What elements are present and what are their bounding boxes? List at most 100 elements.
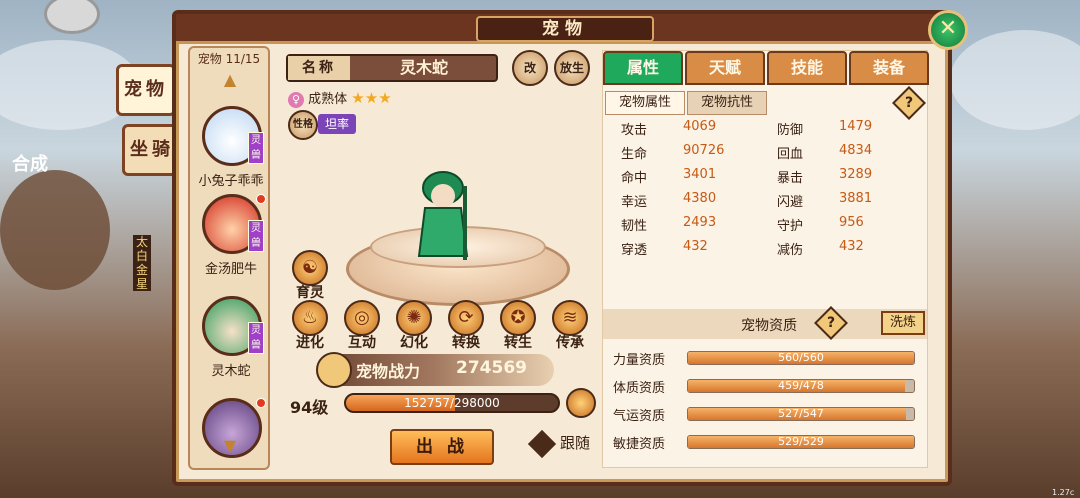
action-label: 幻化 bbox=[400, 335, 428, 351]
aptitude-name: 气运资质 bbox=[613, 409, 666, 424]
list-item[interactable]: 灵兽 小兔子乖乖 bbox=[198, 106, 264, 198]
scroll-icon: ≋ bbox=[552, 300, 588, 336]
pet-power: 宠物战力 274569 bbox=[316, 352, 554, 388]
list-item[interactable]: 灵兽 金汤肥牛 bbox=[198, 194, 266, 286]
spirit-icon: ☯ bbox=[292, 250, 328, 286]
stat-name: 韧性 bbox=[621, 219, 648, 234]
skill-label: 育灵 bbox=[296, 285, 324, 301]
help-icon[interactable]: ? bbox=[892, 86, 926, 120]
exp-text: 152757/298000 bbox=[404, 396, 500, 410]
home-icon[interactable] bbox=[44, 0, 100, 34]
pet-name-box: 名称 灵木蛇 bbox=[286, 54, 498, 82]
rename-button[interactable]: 改 bbox=[512, 50, 548, 86]
pet-list[interactable]: 宠物 11/15 ▲ 灵兽 小兔子乖乖 灵兽 金汤肥牛 灵兽 灵木蛇 ▼ bbox=[188, 46, 270, 470]
tab-skills[interactable]: 技能 bbox=[767, 51, 847, 85]
star-rating: ★★★ bbox=[351, 89, 392, 107]
aptitude-help-icon[interactable]: ? bbox=[814, 306, 848, 340]
follow-toggle[interactable]: 跟随 bbox=[527, 429, 591, 458]
stat-name: 暴击 bbox=[777, 171, 804, 186]
aptitude-row: 力量资质 560/560 bbox=[613, 347, 915, 368]
stat-value: 1479 bbox=[839, 119, 873, 134]
background-sign: 太白金星 bbox=[133, 235, 151, 291]
stat-name: 守护 bbox=[777, 219, 804, 234]
stat-name: 幸运 bbox=[621, 195, 648, 210]
notification-dot bbox=[256, 398, 266, 408]
fire-icon: ✺ bbox=[396, 300, 432, 336]
tab-attributes[interactable]: 属性 bbox=[603, 51, 683, 85]
aptitude-row: 敏捷资质 529/529 bbox=[613, 431, 915, 452]
convert-button[interactable]: ⟳ 转换 bbox=[444, 300, 488, 356]
spirit-skill-button[interactable]: ☯ 育灵 bbox=[288, 250, 332, 306]
pet-model bbox=[417, 171, 469, 260]
action-label: 传承 bbox=[556, 335, 584, 351]
stat-value: 432 bbox=[683, 239, 708, 254]
orbit-icon: ✪ bbox=[500, 300, 536, 336]
stat-value: 3289 bbox=[839, 167, 873, 182]
stat-name: 命中 bbox=[621, 171, 648, 186]
stat-value: 2493 bbox=[683, 215, 717, 230]
transform-button[interactable]: ✺ 幻化 bbox=[392, 300, 436, 356]
scroll-up-icon[interactable]: ▲ bbox=[215, 72, 245, 88]
aptitude-title: 宠物资质 bbox=[741, 318, 797, 334]
stat-name: 穿透 bbox=[621, 243, 648, 258]
deploy-button[interactable]: 出 战 bbox=[390, 429, 494, 465]
pet-name: 金汤肥牛 bbox=[204, 262, 257, 277]
close-button[interactable]: ✕ bbox=[928, 10, 968, 50]
tab-equipment[interactable]: 装备 bbox=[849, 51, 929, 85]
table-row: 命中 3401 暴击 3289 bbox=[621, 167, 921, 191]
aptitude-value: 527/547 bbox=[778, 407, 824, 420]
aptitude-value: 529/529 bbox=[778, 435, 824, 448]
nature-value: 坦率 bbox=[318, 114, 356, 134]
table-row: 穿透 432 减伤 432 bbox=[621, 239, 921, 263]
stat-name: 攻击 bbox=[621, 123, 648, 138]
stat-name: 减伤 bbox=[777, 243, 804, 258]
stat-value: 3881 bbox=[839, 191, 873, 206]
tab-talent[interactable]: 天赋 bbox=[685, 51, 765, 85]
tab-pet[interactable]: 宠物 bbox=[116, 64, 176, 116]
spirit-beast-badge: 灵兽 bbox=[248, 220, 264, 252]
aptitude-bar: 529/529 bbox=[687, 435, 915, 449]
aptitude-name: 体质资质 bbox=[613, 381, 666, 396]
notification-dot bbox=[256, 194, 266, 204]
table-row: 韧性 2493 守护 956 bbox=[621, 215, 921, 239]
aptitude-bar: 527/547 bbox=[687, 407, 915, 421]
follow-label: 跟随 bbox=[560, 434, 591, 452]
stat-name: 生命 bbox=[621, 147, 648, 162]
subtab-pet-attributes[interactable]: 宠物属性 bbox=[605, 91, 685, 115]
pet-name-value: 灵木蛇 bbox=[399, 58, 448, 77]
background-label-synthesis: 合成 bbox=[12, 154, 48, 175]
pet-name: 小兔子乖乖 bbox=[198, 174, 264, 189]
rebirth-button[interactable]: ✪ 转生 bbox=[496, 300, 540, 356]
action-label: 转生 bbox=[504, 335, 532, 351]
flame-icon: ♨ bbox=[292, 300, 328, 336]
evolve-button[interactable]: ♨ 进化 bbox=[288, 300, 332, 356]
interact-button[interactable]: ◎ 互动 bbox=[340, 300, 384, 356]
aptitude-value: 459/478 bbox=[778, 379, 824, 392]
name-label: 名称 bbox=[288, 56, 350, 80]
pet-count: 宠物 11/15 bbox=[197, 52, 261, 66]
list-item[interactable]: 灵兽 灵木蛇 bbox=[198, 296, 264, 388]
cycle-icon: ⟳ bbox=[448, 300, 484, 336]
pet-name: 灵木蛇 bbox=[211, 364, 251, 379]
aptitude-name: 力量资质 bbox=[613, 353, 666, 368]
aptitude-bar: 560/560 bbox=[687, 351, 915, 365]
power-sword-icon bbox=[316, 352, 352, 388]
refine-button[interactable]: 洗炼 bbox=[881, 311, 925, 335]
inherit-button[interactable]: ≋ 传承 bbox=[548, 300, 592, 356]
scroll-down-icon[interactable]: ▼ bbox=[215, 438, 245, 454]
aptitude-row: 体质资质 459/478 bbox=[613, 375, 915, 396]
table-row: 生命 90726 回血 4834 bbox=[621, 143, 921, 167]
subtab-pet-resistance[interactable]: 宠物抗性 bbox=[687, 91, 767, 115]
spirit-beast-badge: 灵兽 bbox=[248, 132, 264, 164]
exp-potion-icon[interactable] bbox=[566, 388, 596, 418]
stat-value: 90726 bbox=[683, 143, 725, 158]
aptitude-bar: 459/478 bbox=[687, 379, 915, 393]
list-item[interactable] bbox=[198, 398, 266, 468]
action-label: 进化 bbox=[296, 335, 324, 351]
stat-value: 3401 bbox=[683, 167, 717, 182]
stat-value: 4069 bbox=[683, 119, 717, 134]
stat-name: 防御 bbox=[777, 123, 804, 138]
release-button[interactable]: 放生 bbox=[554, 50, 590, 86]
aptitude-row: 气运资质 527/547 bbox=[613, 403, 915, 424]
table-row: 幸运 4380 闪避 3881 bbox=[621, 191, 921, 215]
